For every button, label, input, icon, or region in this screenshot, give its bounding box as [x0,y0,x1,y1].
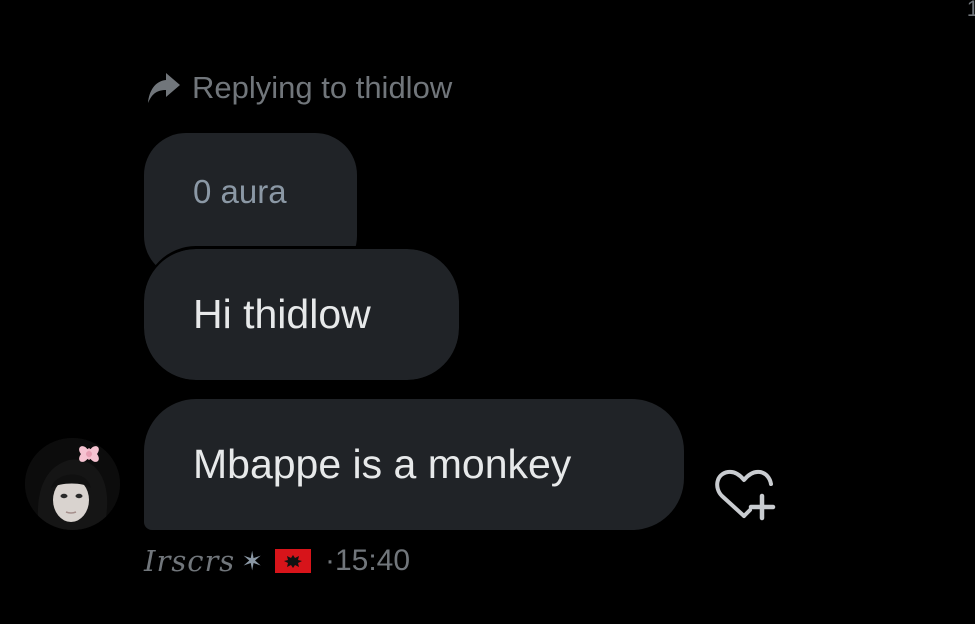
message-text: Mbappe is a monkey [193,441,572,487]
message-timestamp: ·15:40 [324,544,411,577]
add-reaction-button[interactable] [712,466,776,524]
sender-avatar[interactable] [25,438,120,530]
reply-arrow-icon [146,71,182,105]
message-bubble[interactable]: Hi thidlow [142,247,461,382]
corner-counter: 1 [966,0,975,21]
message-bubble[interactable]: Mbappe is a monkey [144,399,684,530]
message-text: Hi thidlow [193,291,371,337]
add-reaction-heart-icon [715,469,776,521]
albania-flag-icon [274,549,311,573]
reply-context[interactable]: Replying to thidlow [146,66,452,110]
sender-name[interactable]: Irscrs [144,544,235,578]
quoted-message-text: 0 aura [193,173,287,210]
reply-context-label: Replying to thidlow [192,70,453,105]
sender-star-symbol: ✶ [241,545,263,576]
message-meta: Irscrs ✶ ·15:40 [144,540,410,582]
